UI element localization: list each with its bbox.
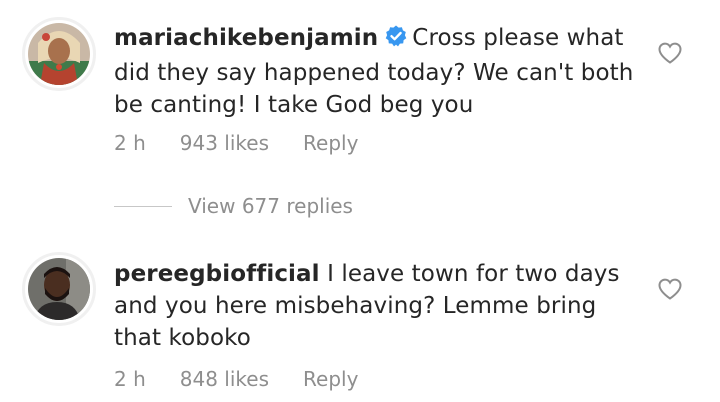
like-heart-icon[interactable]: [657, 277, 683, 301]
username[interactable]: pereegbiofficial: [114, 261, 320, 287]
comment-text: pereegbiofficial I leave town for two da…: [114, 258, 634, 354]
comment-likes[interactable]: 943 likes: [180, 131, 269, 155]
comment-meta: 2 h 943 likes Reply: [114, 131, 358, 155]
view-replies-button[interactable]: View 677 replies: [114, 194, 353, 218]
comment-line-1: pereegbiofficial I leave town for two da…: [114, 258, 634, 290]
comment-text-line: I leave town for two days: [327, 261, 620, 287]
comment-line-2: and you here misbehaving? Lemme bring: [114, 293, 597, 319]
comment-time: 2 h: [114, 131, 146, 155]
reply-button[interactable]: Reply: [303, 131, 358, 155]
verified-badge-icon: [384, 24, 408, 57]
avatar-man-icon: [28, 258, 90, 320]
commenter-avatar[interactable]: [22, 17, 96, 91]
commenter-avatar[interactable]: [22, 252, 96, 326]
view-replies-label: View 677 replies: [188, 194, 353, 218]
comment-meta: 2 h 848 likes Reply: [114, 367, 358, 391]
like-heart-icon[interactable]: [657, 41, 683, 65]
comment-text-line: Cross please what: [412, 25, 624, 51]
reply-button[interactable]: Reply: [303, 367, 358, 391]
divider-line: [114, 205, 172, 207]
comment-line-2: did they say happened today? We can't bo…: [114, 60, 634, 86]
comment-text: mariachikebenjamin Cross please what did …: [114, 22, 634, 121]
avatar-woman-icon: [28, 23, 90, 85]
comment-line-1: mariachikebenjamin Cross please what: [114, 22, 634, 57]
comment-line-3: be canting! I take God beg you: [114, 92, 474, 118]
comment-likes[interactable]: 848 likes: [180, 367, 269, 391]
comment-time: 2 h: [114, 367, 146, 391]
comment-line-3: that koboko: [114, 325, 251, 351]
username[interactable]: mariachikebenjamin: [114, 25, 378, 51]
